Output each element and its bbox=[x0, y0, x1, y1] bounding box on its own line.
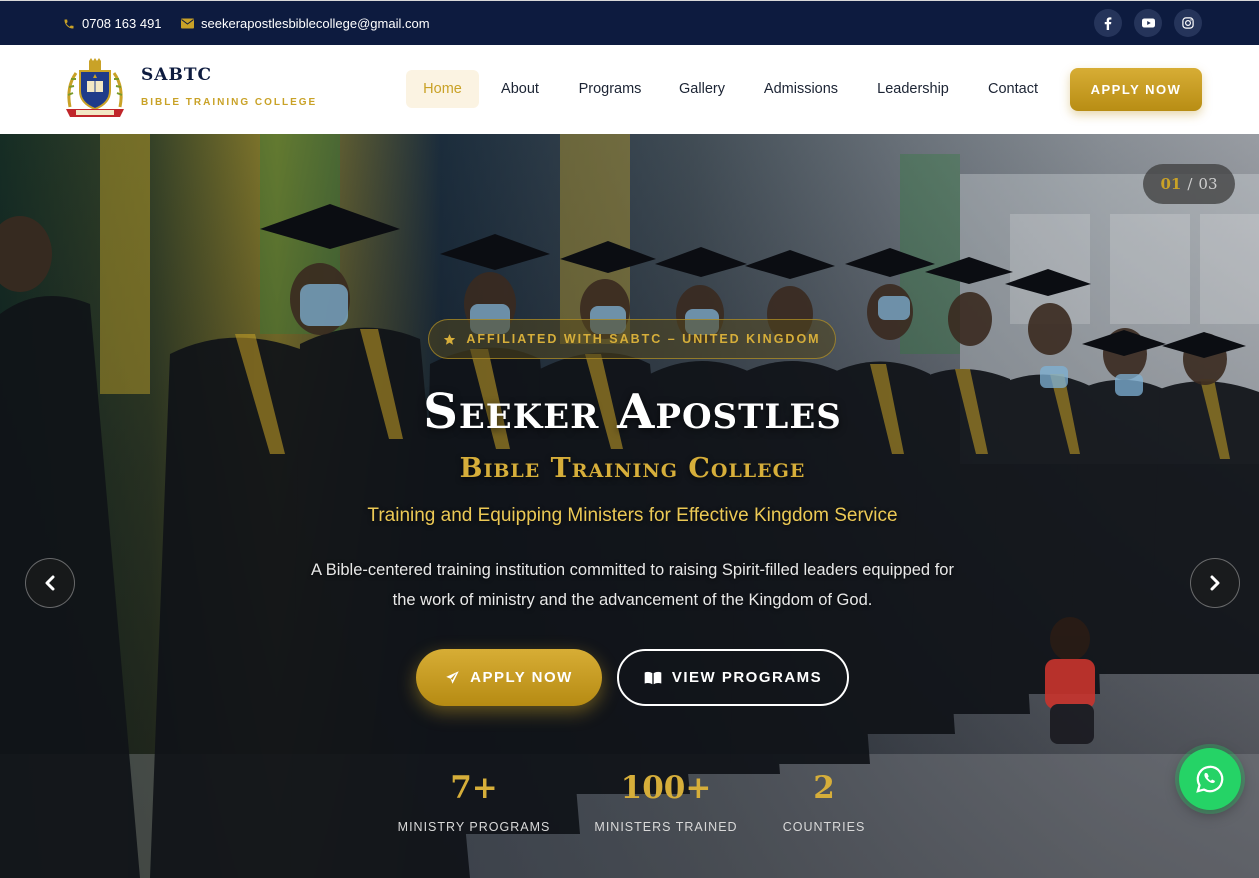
paper-plane-icon bbox=[446, 671, 459, 684]
apply-now-button[interactable]: APPLY NOW bbox=[1070, 68, 1202, 111]
slide-total: 03 bbox=[1198, 175, 1218, 193]
whatsapp-icon bbox=[1196, 765, 1224, 793]
instagram-icon bbox=[1182, 17, 1194, 29]
phone-icon bbox=[64, 19, 74, 28]
slide-counter: 01 / 03 bbox=[1143, 164, 1235, 204]
stat-label: MINISTERS TRAINED bbox=[594, 820, 738, 834]
slide-separator: / bbox=[1187, 175, 1193, 193]
nav-contact[interactable]: Contact bbox=[976, 70, 1050, 108]
nav-about[interactable]: About bbox=[490, 70, 550, 108]
whatsapp-chat-button[interactable] bbox=[1179, 748, 1241, 810]
youtube-icon bbox=[1141, 18, 1155, 28]
phone-contact[interactable]: 0708 163 491 bbox=[63, 1, 162, 46]
nav-programs[interactable]: Programs bbox=[566, 70, 654, 108]
facebook-link[interactable] bbox=[1094, 9, 1122, 37]
hero-apply-label: APPLY NOW bbox=[470, 669, 573, 686]
chevron-left-icon bbox=[45, 575, 55, 591]
envelope-icon bbox=[181, 18, 194, 29]
main-navbar: SABTC BIBLE TRAINING COLLEGE Home About … bbox=[0, 45, 1259, 134]
hero-slider: 01 / 03 AFFILIATED WITH SABTC – UNITED K… bbox=[0, 134, 1259, 878]
view-programs-button[interactable]: VIEW PROGRAMS bbox=[617, 649, 849, 706]
stat-countries: 2 COUNTRIES bbox=[739, 770, 909, 834]
hero-apply-button[interactable]: APPLY NOW bbox=[416, 649, 602, 706]
stat-number: 2 bbox=[813, 770, 835, 806]
phone-number: 0708 163 491 bbox=[82, 16, 162, 31]
nav-leadership[interactable]: Leadership bbox=[866, 70, 960, 108]
previous-slide-button[interactable] bbox=[25, 558, 75, 608]
star-icon bbox=[444, 333, 456, 345]
stat-number: 100+ bbox=[620, 770, 712, 806]
brand-subtitle: BIBLE TRAINING COLLEGE bbox=[141, 97, 318, 108]
stat-ministers: 100+ MINISTERS TRAINED bbox=[581, 770, 751, 834]
next-slide-button[interactable] bbox=[1190, 558, 1240, 608]
badge-text: AFFILIATED WITH SABTC – UNITED KINGDOM bbox=[466, 332, 821, 346]
college-logo[interactable] bbox=[62, 57, 128, 121]
hero-title: Seeker Apostles bbox=[423, 384, 842, 440]
instagram-link[interactable] bbox=[1174, 9, 1202, 37]
hero-subtitle: Bible Training College bbox=[459, 453, 806, 484]
nav-gallery[interactable]: Gallery bbox=[668, 70, 736, 108]
email-address: seekerapostlesbiblecollege@gmail.com bbox=[201, 16, 430, 31]
stat-number: 7+ bbox=[450, 770, 498, 806]
stat-label: MINISTRY PROGRAMS bbox=[397, 820, 551, 834]
slide-current: 01 bbox=[1160, 175, 1182, 193]
top-bar: 0708 163 491 seekerapostlesbiblecollege@… bbox=[0, 0, 1259, 45]
brand-name[interactable]: SABTC bbox=[141, 65, 212, 85]
youtube-link[interactable] bbox=[1134, 9, 1162, 37]
affiliation-badge: AFFILIATED WITH SABTC – UNITED KINGDOM bbox=[428, 319, 836, 359]
stat-label: COUNTRIES bbox=[782, 820, 866, 834]
email-contact[interactable]: seekerapostlesbiblecollege@gmail.com bbox=[181, 1, 430, 46]
facebook-icon bbox=[1104, 16, 1112, 30]
nav-home[interactable]: Home bbox=[406, 70, 479, 108]
book-open-icon bbox=[644, 671, 662, 684]
hero-description: A Bible-centered training institution co… bbox=[311, 561, 954, 609]
nav-admissions[interactable]: Admissions bbox=[752, 70, 850, 108]
view-programs-label: VIEW PROGRAMS bbox=[671, 669, 823, 686]
hero-tagline: Training and Equipping Ministers for Eff… bbox=[367, 505, 898, 526]
stat-programs: 7+ MINISTRY PROGRAMS bbox=[389, 770, 559, 834]
chevron-right-icon bbox=[1210, 575, 1220, 591]
